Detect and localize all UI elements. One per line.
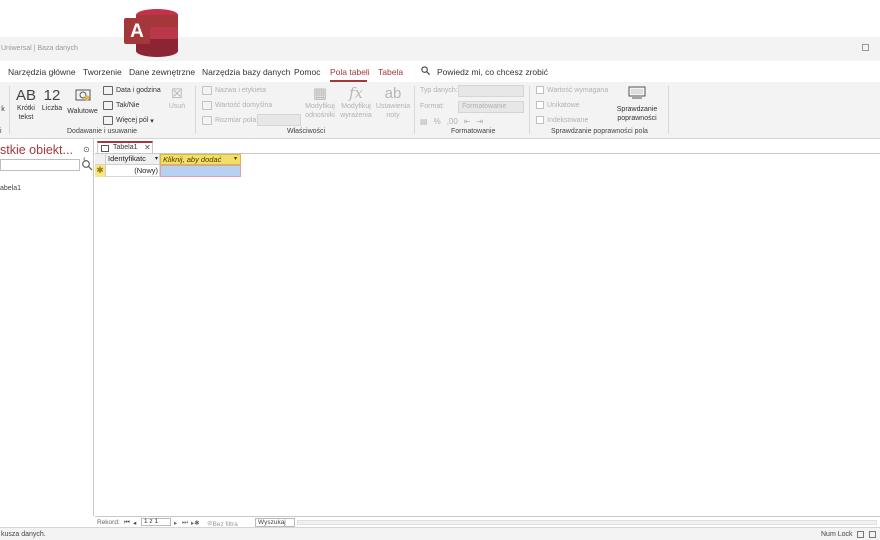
ribbon-cut-button[interactable]: k [0, 94, 6, 114]
tab-table-fields[interactable]: Pola tabeli [330, 67, 370, 77]
date-time-button[interactable]: Data i godzina [103, 86, 161, 95]
modify-expression-button[interactable]: fx Modyfikuj wyrażenia [338, 85, 374, 120]
validation-icon [609, 85, 665, 105]
record-label: Rekord: [97, 519, 120, 526]
record-navigation-bar: Rekord: ⏮ ◂ 1 z 1 ▸ ⏭ ▸✱ ⊘ Bez filtra Wy… [95, 516, 880, 528]
table-cell-new-field[interactable] [160, 165, 241, 177]
default-value-button[interactable]: Wartość domyślna [202, 101, 272, 110]
tab-table[interactable]: Tabela [378, 67, 403, 77]
calendar-icon [103, 86, 113, 95]
restore-icon[interactable] [862, 44, 869, 51]
name-caption-icon [202, 86, 212, 95]
table-icon [101, 145, 109, 152]
logo-letter: A [130, 21, 144, 42]
group-label-validation: Sprawdzanie poprawności pola [551, 128, 648, 135]
required-checkbox[interactable]: Wartość wymagana [536, 86, 608, 94]
column-header-id-label: Identyfikatc [108, 154, 146, 163]
number-button[interactable]: 12 Liczba [41, 87, 63, 113]
group-label-formatting: Formatowanie [451, 128, 496, 135]
ribbon-separator [668, 86, 669, 134]
currency-icon [66, 87, 99, 107]
tab-home[interactable]: Narzędzia główne [8, 67, 76, 77]
delete-button[interactable]: ⊠ Usuń [167, 85, 187, 111]
group-label-add-delete: Dodawanie i usuwanie [67, 128, 138, 135]
new-record-selector[interactable]: ✱ [95, 165, 106, 177]
next-record-button[interactable]: ▸ [174, 519, 177, 527]
column-header-click-to-add[interactable]: Kliknij, aby dodać ▾ [160, 154, 241, 165]
validation-button[interactable]: Sprawdzanie poprawności [609, 85, 665, 123]
access-logo-icon: A [124, 9, 178, 57]
column-header-click-to-add-label: Kliknij, aby dodać [163, 155, 222, 164]
data-type-select[interactable] [458, 85, 524, 97]
navigation-pane: stkie obiekt... ⊙ ‹ abela1 [0, 139, 94, 516]
checkbox-icon [103, 101, 113, 110]
num-lock-indicator: Num Lock [821, 531, 853, 538]
tab-help[interactable]: Pomoc [294, 67, 320, 77]
document-area: Tabela1 ✕ Identyfikatc ▾ Kliknij, aby do… [95, 139, 880, 516]
nav-item-table1[interactable]: abela1 [0, 185, 21, 192]
ribbon-separator [414, 86, 415, 134]
new-record-button[interactable]: ▸✱ [191, 519, 200, 527]
design-view-icon[interactable] [869, 531, 876, 538]
format-select-value: Formatowanie [462, 103, 507, 110]
tab-database-tools[interactable]: Narzędzia bazy danych [202, 67, 290, 77]
short-text-button[interactable]: AB Krótki tekst [14, 87, 38, 122]
record-position-input[interactable]: 1 z 1 [141, 518, 171, 526]
group-label-views: i [0, 128, 2, 135]
table-icon [103, 116, 113, 125]
record-search-input[interactable]: Wyszukaj [255, 518, 295, 527]
horizontal-scrollbar[interactable] [297, 520, 877, 525]
ribbon-separator [195, 86, 196, 134]
window-title: Uniwersal | Baza danych [1, 45, 78, 52]
search-icon[interactable] [81, 159, 93, 171]
number-format-buttons[interactable]: ▤% ,00 ⇤ ⇥ [420, 117, 483, 126]
format-select[interactable]: Formatowanie [458, 101, 524, 113]
ribbon-separator [9, 86, 10, 134]
ribbon-tabs: Narzędzia główne Tworzenie Dane zewnętrz… [0, 61, 880, 82]
prev-record-button[interactable]: ◂ [133, 519, 136, 527]
yes-no-button[interactable]: Tak/Nie [103, 101, 139, 110]
tell-me-box[interactable]: Powiedz mi, co chcesz zrobić [437, 67, 548, 77]
field-size-label: Rozmiar pola [202, 116, 256, 125]
nav-search-input[interactable] [0, 159, 80, 171]
checkbox-icon [536, 86, 544, 94]
close-icon[interactable]: ✕ [144, 143, 151, 152]
status-text: kusza danych. [1, 531, 46, 538]
default-value-icon [202, 101, 212, 110]
ribbon: k i AB Krótki tekst 12 Liczba Walutowe D… [0, 82, 880, 139]
modify-lookups-button[interactable]: ▦ Modyfikuj odnośniki [303, 85, 337, 120]
unique-checkbox[interactable]: Unikatowe [536, 101, 580, 109]
table-cell-new-id[interactable]: (Nowy) [106, 165, 160, 177]
name-caption-button[interactable]: Nazwa i etykieta [202, 86, 266, 95]
tab-create[interactable]: Tworzenie [83, 67, 122, 77]
chevron-down-icon[interactable]: ▾ [155, 154, 158, 164]
document-tab-label: Tabela1 [113, 144, 138, 151]
checkbox-icon [536, 116, 544, 124]
nav-pane-title[interactable]: stkie obiekt... [0, 143, 73, 157]
field-size-icon [202, 116, 212, 125]
column-header-id[interactable]: Identyfikatc ▾ [106, 154, 160, 165]
search-icon [421, 66, 430, 75]
currency-button[interactable]: Walutowe [66, 87, 99, 116]
select-all-corner[interactable] [95, 154, 106, 165]
first-record-button[interactable]: ⏮ [124, 519, 130, 527]
tab-external-data[interactable]: Dane zewnętrzne [129, 67, 195, 77]
checkbox-icon [536, 101, 544, 109]
field-size-input[interactable] [257, 114, 301, 126]
indexed-checkbox[interactable]: Indeksowane [536, 116, 588, 124]
status-bar: kusza danych. Num Lock [0, 527, 880, 540]
ribbon-separator [529, 86, 530, 134]
no-filter-button[interactable]: ⊘ Bez filtra [207, 519, 238, 528]
format-label: Format: [420, 103, 445, 110]
data-type-label: Typ danych: [420, 87, 458, 94]
group-label-properties: Właściwości [287, 128, 326, 135]
datasheet-view-icon[interactable] [857, 531, 864, 538]
more-fields-button[interactable]: Więcej pól ▾ [103, 116, 154, 125]
memo-settings-button[interactable]: ab Ustawienia noty [375, 85, 411, 120]
chevron-down-icon[interactable]: ▾ [234, 155, 237, 164]
last-record-button[interactable]: ⏭ [182, 519, 188, 527]
